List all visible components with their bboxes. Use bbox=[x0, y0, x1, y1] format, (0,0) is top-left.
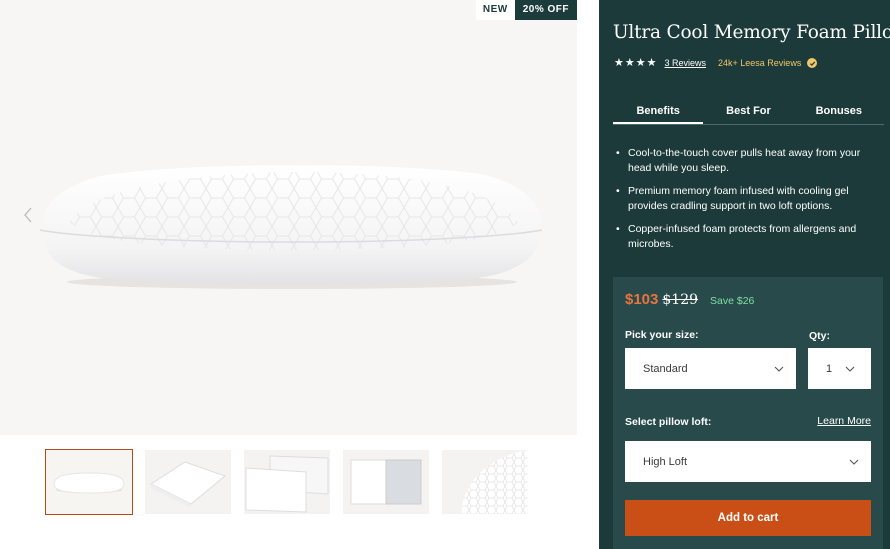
tab-bonuses[interactable]: Bonuses bbox=[794, 100, 884, 124]
pillow-image bbox=[39, 165, 543, 289]
reviews-link[interactable]: 3 Reviews bbox=[665, 58, 707, 68]
new-badge: NEW bbox=[475, 0, 515, 20]
product-info-panel: Ultra Cool Memory Foam Pillow ★ ★ ★ ★ 3 … bbox=[599, 0, 890, 549]
benefits-list: Cool-to-the-touch cover pulls heat away … bbox=[613, 146, 875, 260]
leesa-reviews-text: 24k+ Leesa Reviews bbox=[718, 58, 802, 68]
badge-group: NEW 20% OFF bbox=[475, 0, 577, 20]
learn-more-link[interactable]: Learn More bbox=[817, 415, 871, 427]
thumbnail-1[interactable] bbox=[45, 449, 133, 515]
product-gallery: NEW 20% OFF bbox=[0, 0, 577, 549]
loft-select-value: High Loft bbox=[643, 455, 688, 468]
star-icon: ★ bbox=[624, 57, 635, 69]
size-select[interactable]: Standard bbox=[625, 348, 796, 389]
thumbnail-image bbox=[461, 450, 528, 514]
tab-benefits[interactable]: Benefits bbox=[613, 100, 704, 124]
thumbnail-image bbox=[53, 472, 125, 494]
purchase-box: $103 $129 Save $26 Pick your size: Qty: … bbox=[613, 277, 883, 549]
thumbnail-2[interactable] bbox=[145, 450, 231, 514]
qty-label: Qty: bbox=[809, 330, 830, 342]
thumbnail-image bbox=[245, 455, 329, 513]
thumbnail-3[interactable] bbox=[244, 450, 330, 514]
star-rating: ★ ★ ★ ★ bbox=[614, 57, 657, 69]
chevron-down-icon bbox=[774, 366, 784, 372]
size-select-value: Standard bbox=[643, 362, 688, 375]
benefit-item: Copper-infused foam protects from allerg… bbox=[613, 222, 875, 251]
loft-select[interactable]: High Loft bbox=[625, 441, 871, 482]
product-title: Ultra Cool Memory Foam Pillow bbox=[613, 22, 890, 43]
chevron-down-icon bbox=[849, 459, 859, 465]
thumbnail-image bbox=[350, 459, 422, 505]
info-tabs: Benefits Best For Bonuses bbox=[613, 100, 884, 125]
price-row: $103 $129 Save $26 bbox=[625, 291, 754, 308]
thumbnail-4[interactable] bbox=[343, 450, 429, 514]
rating-row: ★ ★ ★ ★ 3 Reviews 24k+ Leesa Reviews bbox=[614, 57, 818, 69]
loft-label: Select pillow loft: bbox=[625, 416, 712, 428]
quantity-select[interactable]: 1 bbox=[808, 348, 871, 389]
quantity-select-value: 1 bbox=[826, 362, 833, 375]
main-product-image: NEW 20% OFF bbox=[0, 0, 577, 435]
current-price: $103 bbox=[625, 291, 659, 308]
thumbnail-image bbox=[149, 461, 227, 508]
star-icon: ★ bbox=[635, 57, 646, 69]
benefit-item: Cool-to-the-touch cover pulls heat away … bbox=[613, 146, 875, 175]
thumbnail-5[interactable] bbox=[442, 450, 528, 514]
benefit-item: Premium memory foam infused with cooling… bbox=[613, 184, 875, 213]
sale-badge: 20% OFF bbox=[514, 0, 577, 20]
verified-check-icon bbox=[807, 58, 818, 68]
size-label: Pick your size: bbox=[625, 329, 699, 341]
tab-best-for[interactable]: Best For bbox=[703, 100, 793, 124]
thumbnail-strip bbox=[45, 449, 528, 515]
savings-text: Save $26 bbox=[710, 295, 755, 307]
chevron-down-icon bbox=[845, 366, 855, 372]
original-price: $129 bbox=[662, 292, 699, 308]
star-icon: ★ bbox=[646, 57, 657, 69]
star-icon: ★ bbox=[614, 57, 624, 69]
add-to-cart-button[interactable]: Add to cart bbox=[625, 500, 871, 536]
